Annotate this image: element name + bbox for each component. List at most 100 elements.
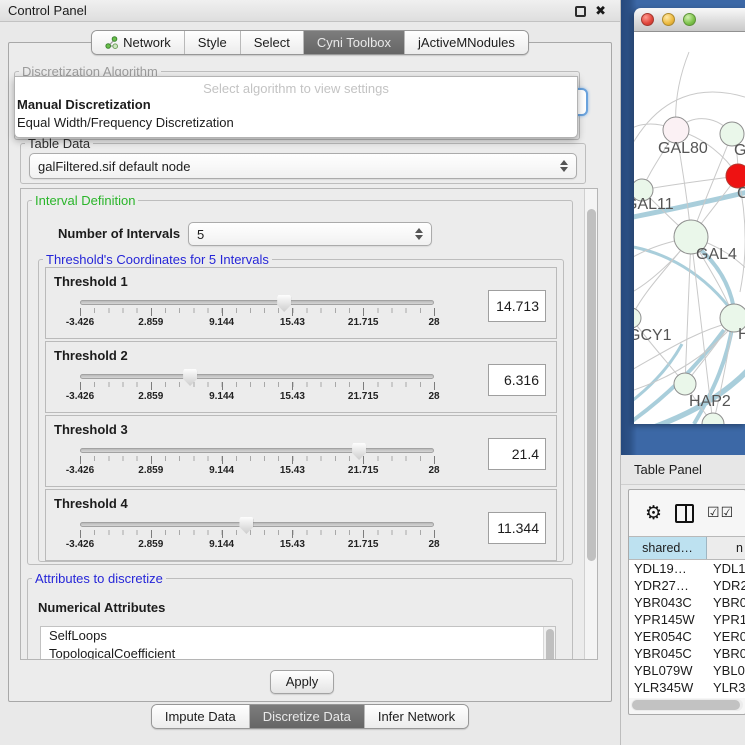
network-node-label: GAL4 — [696, 246, 737, 263]
threshold-slider[interactable]: -3.426 2.859 9.144 15.43 21.715 28 — [60, 522, 480, 551]
tab-select[interactable]: Select — [240, 31, 303, 54]
network-desktop: GAL80 GA C GAL11 GAL4 GCY1 H HAP2 — [621, 0, 745, 455]
number-of-intervals-combobox[interactable]: 5 — [188, 222, 432, 246]
threshold-value-input[interactable]: 6.316 — [488, 364, 546, 396]
slider-track[interactable] — [80, 448, 434, 453]
network-node-label: GCY1 — [634, 327, 672, 344]
checkbox-columns-icon[interactable]: ☑☑ — [707, 505, 734, 521]
network-node[interactable] — [634, 308, 641, 328]
network-icon — [105, 36, 118, 49]
slider-tick-labels: -3.426 2.859 9.144 15.43 21.715 28 — [80, 317, 434, 329]
tab-jactivemnodules[interactable]: jActiveMNodules — [404, 31, 528, 54]
control-panel-tabs: Network Style Select Cyni Toolbox jActiv… — [91, 30, 529, 55]
network-canvas[interactable]: GAL80 GA C GAL11 GAL4 GCY1 H HAP2 — [634, 32, 745, 424]
slider-ticks — [80, 530, 434, 538]
threshold-label: Threshold 2 — [54, 348, 128, 363]
table-data-label: Table Data — [25, 136, 93, 151]
attribute-list-item[interactable]: TopologicalCoefficient — [41, 645, 555, 660]
algorithm-hint: Select algorithm to view settings — [15, 77, 577, 96]
network-node-label: GA — [734, 142, 745, 159]
threshold-panel: Threshold 3 -3.426 2.859 9.144 — [45, 415, 557, 487]
close-icon[interactable]: ✖ — [595, 6, 606, 17]
settings-scroll-area: Interval Definition Number of Intervals … — [20, 188, 598, 660]
attribute-list-item[interactable]: SelfLoops — [41, 627, 555, 645]
table-row[interactable]: YDR27… YDR2 — [629, 577, 745, 594]
network-node[interactable] — [674, 373, 696, 395]
column-header-shared-name[interactable]: shared… — [629, 537, 707, 559]
threshold-value-input[interactable]: 14.713 — [488, 290, 546, 322]
control-panel-titlebar: Control Panel ✖ — [0, 0, 620, 22]
attributes-scrollbar[interactable] — [543, 627, 555, 660]
table-rows: YDL19… YDL1 YDR27… YDR2 YBR043C YBR0 YPR… — [629, 560, 745, 698]
table-panel-title: Table Panel — [634, 462, 702, 477]
algorithm-dropdown-popup: Select algorithm to view settings Manual… — [14, 76, 578, 138]
network-view-window[interactable]: GAL80 GA C GAL11 GAL4 GCY1 H HAP2 — [634, 8, 745, 424]
numerical-attributes-label: Numerical Attributes — [38, 600, 165, 615]
threshold-label: Threshold 1 — [54, 274, 128, 289]
table-row[interactable]: YER054C YER0 — [629, 628, 745, 645]
network-node-label: C — [737, 185, 745, 202]
slider-tick-labels: -3.426 2.859 9.144 15.43 21.715 28 — [80, 391, 434, 403]
slider-track[interactable] — [80, 522, 434, 527]
network-window-titlebar — [634, 8, 745, 32]
tab-network[interactable]: Network — [92, 31, 184, 54]
table-header: shared… n — [629, 536, 745, 560]
table-panel-titlebar: Table Panel — [621, 455, 745, 485]
interval-definition-group: Interval Definition Number of Intervals … — [27, 193, 573, 565]
tab-infer-network[interactable]: Infer Network — [364, 705, 468, 728]
table-row[interactable]: YBR045C YBR0 — [629, 645, 745, 662]
numerical-attributes-list: SelfLoops TopologicalCoefficient Between… — [40, 626, 556, 660]
threshold-label: Threshold 4 — [54, 496, 128, 511]
slider-tick-labels: -3.426 2.859 9.144 15.43 21.715 28 — [80, 539, 434, 551]
table-data-combobox[interactable]: galFiltered.sif default node — [29, 153, 577, 179]
table-row[interactable]: YPR145W YPR1 — [629, 611, 745, 628]
table-row[interactable]: YDL19… YDL1 — [629, 560, 745, 577]
algorithm-option-equal-width[interactable]: Equal Width/Frequency Discretization — [15, 114, 577, 132]
zoom-traffic-light-icon[interactable] — [683, 13, 696, 26]
apply-button[interactable]: Apply — [270, 670, 334, 694]
float-window-icon[interactable] — [575, 6, 586, 17]
network-node[interactable] — [702, 413, 724, 424]
threshold-value-input[interactable]: 21.4 — [488, 438, 546, 470]
attributes-group: Attributes to discretize Numerical Attri… — [27, 571, 573, 660]
tab-impute-data[interactable]: Impute Data — [152, 705, 249, 728]
slider-ticks — [80, 308, 434, 316]
network-node-label: GAL80 — [658, 140, 708, 157]
network-node-label: HAP2 — [689, 393, 731, 410]
attributes-group-label: Attributes to discretize — [32, 571, 166, 586]
threshold-slider[interactable]: -3.426 2.859 9.144 15.43 21.715 28 — [60, 300, 480, 329]
table-row[interactable]: YBL079W YBL0 — [629, 662, 745, 679]
combo-stepper-icon — [415, 228, 424, 240]
table-row[interactable]: YLR345W YLR3 — [629, 679, 745, 696]
control-panel: Control Panel ✖ Network Style Select Cyn… — [0, 0, 620, 745]
tab-style[interactable]: Style — [184, 31, 240, 54]
close-traffic-light-icon[interactable] — [641, 13, 654, 26]
tab-cyni-toolbox[interactable]: Cyni Toolbox — [303, 31, 404, 54]
table-row[interactable]: YBR043C YBR0 — [629, 594, 745, 611]
network-node-label: GAL11 — [634, 196, 674, 213]
slider-track[interactable] — [80, 374, 434, 379]
slider-track[interactable] — [80, 300, 434, 305]
thresholds-group-label: Threshold's Coordinates for 5 Intervals — [43, 252, 272, 267]
settings-scrollbar[interactable] — [584, 189, 597, 659]
column-header-name[interactable]: n — [707, 537, 745, 559]
threshold-slider[interactable]: -3.426 2.859 9.144 15.43 21.715 28 — [60, 448, 480, 477]
panel-title: Control Panel — [8, 3, 87, 18]
table-row[interactable]: YIL052C YIL0 — [629, 696, 745, 698]
network-node-label: H — [738, 326, 745, 343]
minimize-traffic-light-icon[interactable] — [662, 13, 675, 26]
table-horizontal-scrollbar[interactable] — [631, 699, 743, 711]
threshold-panel: Threshold 2 -3.426 2.859 9.144 — [45, 341, 557, 413]
threshold-label: Threshold 3 — [54, 422, 128, 437]
table-panel: ⚙ ☑☑ shared… n YDL19… YDL1 YDR27… YDR2 — [628, 489, 745, 715]
column-layout-icon[interactable] — [675, 504, 694, 523]
gear-icon[interactable]: ⚙ — [645, 504, 662, 523]
cyni-mode-tabs: Impute Data Discretize Data Infer Networ… — [151, 704, 469, 729]
table-toolbar: ⚙ ☑☑ — [629, 490, 745, 536]
threshold-slider[interactable]: -3.426 2.859 9.144 15.43 21.715 28 — [60, 374, 480, 403]
algorithm-option-manual[interactable]: Manual Discretization — [15, 96, 577, 114]
tab-discretize-data[interactable]: Discretize Data — [249, 705, 364, 728]
interval-definition-label: Interval Definition — [32, 193, 138, 208]
right-pane: GAL80 GA C GAL11 GAL4 GCY1 H HAP2 Table Panel ⚙… — [620, 0, 745, 745]
threshold-value-input[interactable]: 11.344 — [488, 512, 546, 544]
